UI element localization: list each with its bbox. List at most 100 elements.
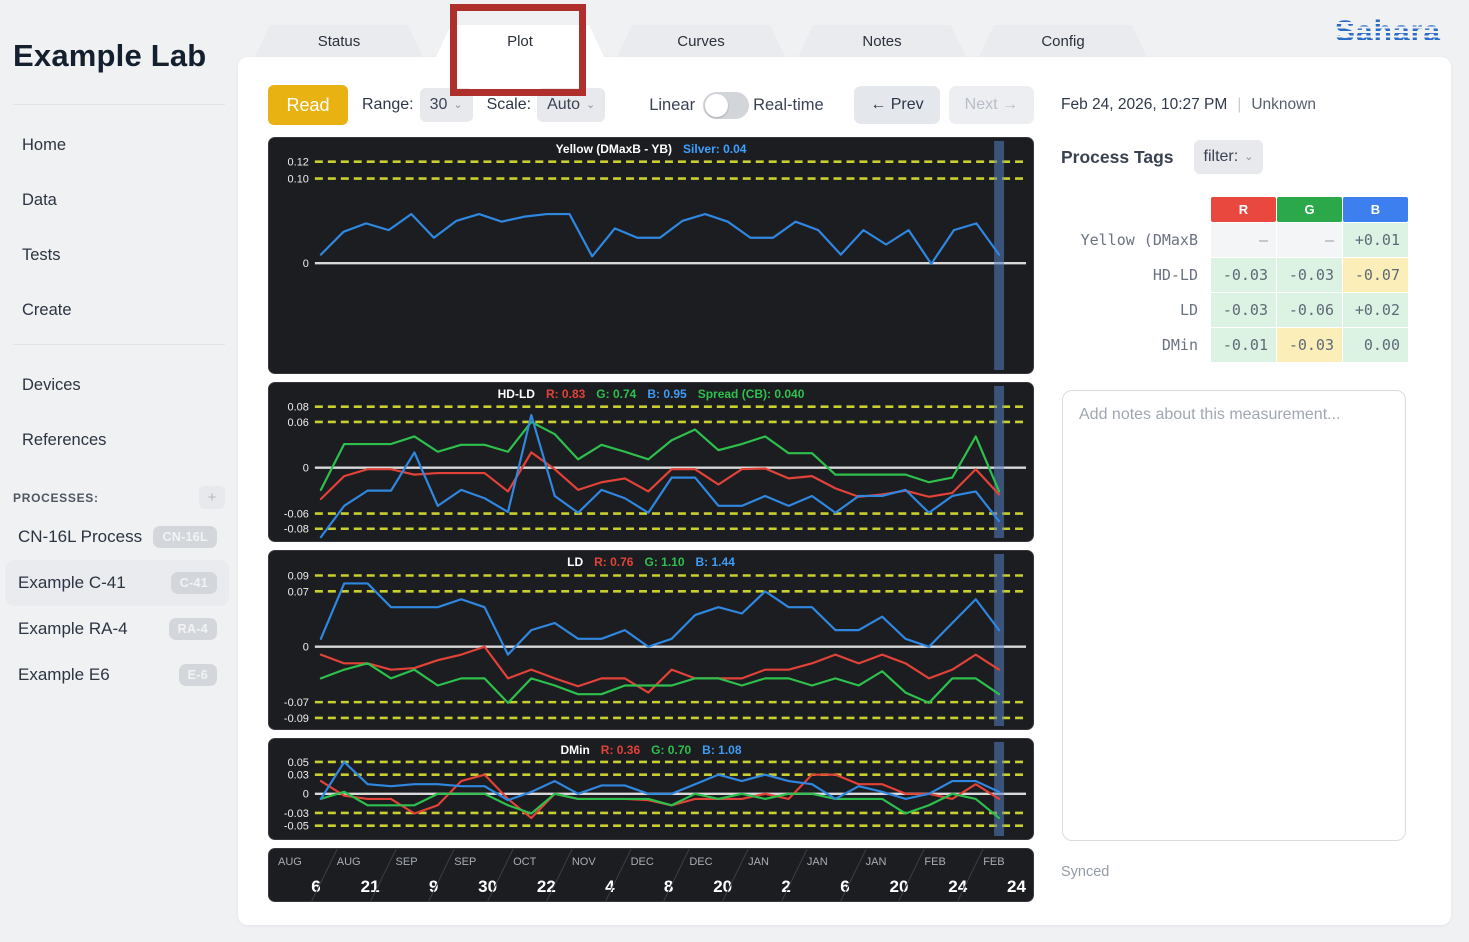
axis-tick: FEB24	[915, 849, 974, 901]
measurement-meta: Feb 24, 2026, 10:27 PM | Unknown	[1061, 96, 1316, 114]
tab-curves[interactable]: Curves	[617, 25, 785, 57]
table-header-g: G	[1277, 197, 1342, 222]
filter-label: filter:	[1204, 148, 1239, 166]
processes-label: PROCESSES:	[13, 491, 99, 505]
table-cell: -0.03	[1277, 328, 1342, 362]
lab-title: Example Lab	[13, 38, 206, 74]
axis-tick-month: DEC	[631, 856, 654, 868]
chart-ld[interactable]: LDR: 0.76G: 1.10B: 1.440.090.070-0.07-0.…	[268, 550, 1034, 730]
svg-text:-0.03: -0.03	[284, 808, 309, 820]
table-cell: -0.01	[1211, 328, 1276, 362]
axis-tick: AUG 6	[269, 849, 328, 901]
axis-tick: AUG21	[328, 849, 387, 901]
next-button[interactable]: Next →	[949, 86, 1034, 124]
svg-text:0.06: 0.06	[288, 417, 309, 429]
axis-tick-month: DEC	[689, 856, 712, 868]
tab-config[interactable]: Config	[979, 25, 1147, 57]
axis-tick-month: JAN	[807, 856, 828, 868]
svg-text:0.07: 0.07	[288, 586, 309, 598]
process-tags-title: Process Tags	[1061, 147, 1174, 168]
axis-tick-month: SEP	[396, 856, 418, 868]
realtime-toggle[interactable]	[703, 92, 749, 119]
sidebar-item-data[interactable]: Data	[0, 173, 238, 228]
sidebar-nav-primary: HomeDataTestsCreate	[0, 118, 238, 338]
sidebar-item-tests[interactable]: Tests	[0, 228, 238, 283]
svg-text:0: 0	[303, 463, 309, 475]
axis-tick: SEP9	[387, 849, 446, 901]
svg-text:0.08: 0.08	[288, 402, 309, 414]
sidebar-item-devices[interactable]: Devices	[0, 358, 238, 413]
svg-text:0.09: 0.09	[288, 571, 309, 583]
sahara-logo: Sahara	[1335, 15, 1441, 49]
table-row-label: Yellow (DMaxB	[1060, 223, 1210, 257]
axis-tick: JAN6	[798, 849, 857, 901]
axis-tick-day: 2	[781, 877, 790, 897]
axis-tick-month: SEP	[454, 856, 476, 868]
chart-dmin[interactable]: DMinR: 0.36G: 0.70B: 1.080.050.030-0.03-…	[268, 738, 1034, 840]
sidebar-divider	[13, 104, 225, 105]
axis-tick: JAN2	[739, 849, 798, 901]
process-name: CN-16L Process	[18, 527, 142, 547]
app-root: Example Lab HomeDataTestsCreate DevicesR…	[0, 0, 1469, 942]
process-list: CN-16L ProcessCN-16LExample C-41C-41Exam…	[0, 514, 234, 698]
process-item-example-e6[interactable]: Example E6 E-6	[5, 652, 229, 698]
toggle-knob-icon	[705, 94, 728, 117]
add-process-button[interactable]: +	[199, 486, 225, 509]
table-cell: -0.03	[1211, 293, 1276, 327]
table-cell: -0.06	[1277, 293, 1342, 327]
svg-text:-0.07: -0.07	[284, 697, 309, 709]
process-item-cn-16l-process[interactable]: CN-16L Process CN-16L	[5, 514, 229, 560]
sidebar-item-create[interactable]: Create	[0, 283, 238, 338]
svg-text:0.03: 0.03	[288, 770, 309, 782]
axis-tick-month: AUG	[278, 856, 302, 868]
svg-text:0.12: 0.12	[288, 157, 309, 169]
scale-value: Auto	[547, 96, 580, 114]
linear-label: Linear	[649, 96, 695, 115]
sidebar-divider-2	[13, 344, 225, 345]
prev-button[interactable]: ← Prev	[854, 86, 939, 124]
axis-tick-month: FEB	[924, 856, 945, 868]
range-value: 30	[430, 96, 448, 114]
measurement-timestamp: Feb 24, 2026, 10:27 PM	[1061, 96, 1227, 114]
process-badge: E-6	[179, 664, 217, 686]
table-cell: –	[1277, 223, 1342, 257]
measurement-table: RGBYellow (DMaxB––+0.01HD-LD-0.03-0.03-0…	[1060, 197, 1408, 362]
axis-tick-day: 24	[1007, 877, 1026, 897]
axis-tick-day: 6	[311, 877, 320, 897]
tab-plot[interactable]: Plot	[436, 25, 604, 57]
table-row-label: LD	[1060, 293, 1210, 327]
chevron-down-icon: ⌄	[586, 100, 595, 111]
tab-notes[interactable]: Notes	[798, 25, 966, 57]
charts-column: Yellow (DMaxB - YB)Silver: 0.040.120.100…	[268, 137, 1034, 902]
tab-bar: Status Plot Curves Notes Config	[255, 25, 1147, 57]
sidebar-item-home[interactable]: Home	[0, 118, 238, 173]
process-item-example-ra-4[interactable]: Example RA-4RA-4	[5, 606, 229, 652]
notes-textarea[interactable]	[1062, 390, 1406, 841]
axis-tick: JAN20	[857, 849, 916, 901]
axis-tick-month: FEB	[983, 856, 1004, 868]
process-badge: RA-4	[169, 618, 217, 640]
chart-hd-ld[interactable]: HD-LDR: 0.83G: 0.74B: 0.95Spread (CB): 0…	[268, 382, 1034, 542]
tags-filter-select[interactable]: filter: ⌄	[1194, 140, 1264, 174]
sidebar-item-references[interactable]: References	[0, 413, 238, 468]
svg-text:-0.06: -0.06	[284, 509, 309, 521]
range-label: Range:	[362, 96, 414, 114]
chart-yellow[interactable]: Yellow (DMaxB - YB)Silver: 0.040.120.100	[268, 137, 1034, 374]
scale-select[interactable]: Auto ⌄	[537, 88, 605, 122]
sync-status: Synced	[1061, 864, 1109, 880]
process-item-example-c-41[interactable]: Example C-41C-41	[5, 560, 229, 606]
svg-text:0.10: 0.10	[288, 174, 309, 186]
table-row-label: DMin	[1060, 328, 1210, 362]
table-corner	[1060, 197, 1210, 222]
svg-text:-0.08: -0.08	[284, 524, 309, 536]
axis-tick: DEC20	[680, 849, 739, 901]
process-badge: CN-16L	[153, 526, 217, 548]
range-select[interactable]: 30 ⌄	[420, 88, 473, 122]
tab-status[interactable]: Status	[255, 25, 423, 57]
x-axis-strip: AUG6AUG21SEP9SEP30OCT22NOV4DEC8DEC20JAN2…	[268, 848, 1034, 902]
read-button[interactable]: Read	[268, 85, 348, 125]
process-name: Example E6	[18, 665, 110, 685]
realtime-label: Real-time	[753, 96, 824, 115]
chevron-down-icon: ⌄	[1244, 152, 1253, 163]
table-cell: +0.01	[1343, 223, 1408, 257]
